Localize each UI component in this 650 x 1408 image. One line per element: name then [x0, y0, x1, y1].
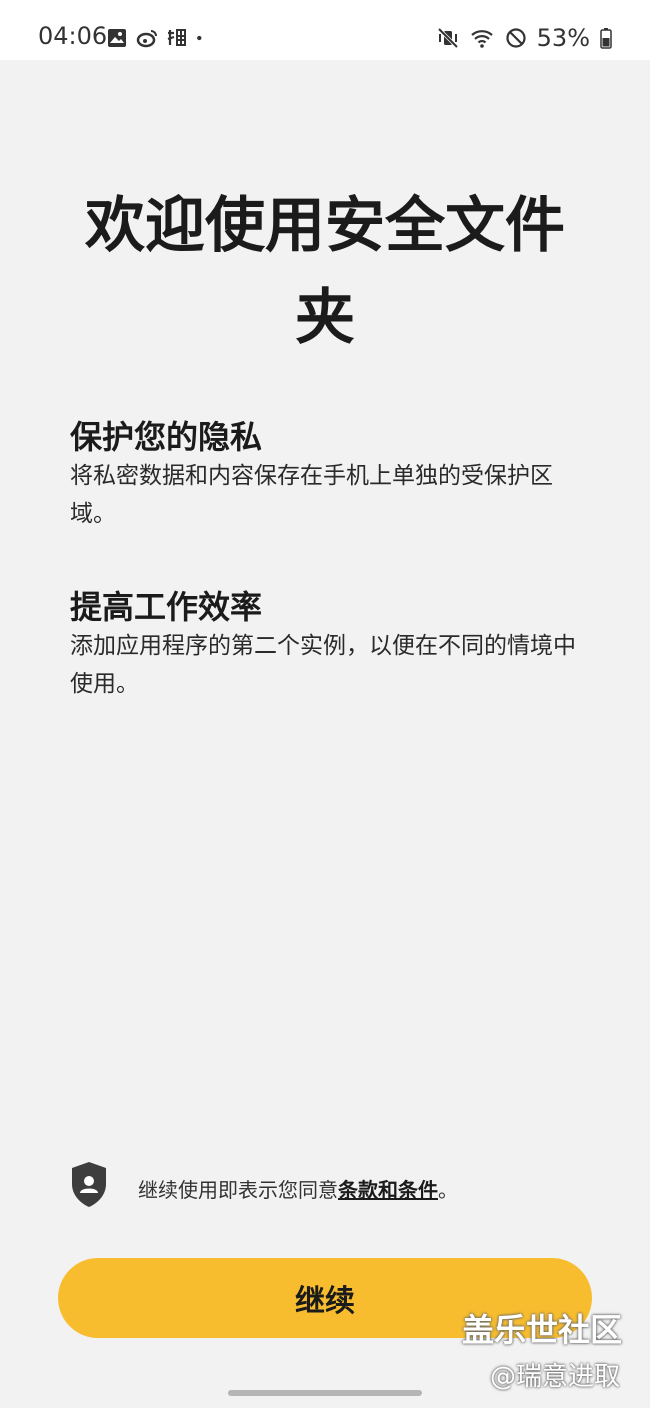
vibrate-mute-icon: [437, 27, 458, 49]
page-title: 欢迎使用安全文件 夹: [60, 180, 590, 364]
notification-icons: [106, 26, 208, 50]
wifi-icon: [470, 30, 493, 48]
status-right: 53%: [437, 22, 612, 54]
gesture-nav-handle[interactable]: [228, 1390, 422, 1396]
feature-body-productivity: 添加应用程序的第二个实例，以便在不同的情境中使用。: [70, 633, 576, 697]
terms-prefix: 继续使用即表示您同意: [138, 1178, 338, 1202]
watermark-community: 盖乐世社区: [462, 1311, 623, 1349]
gallery-icon: [108, 29, 126, 47]
dnd-icon: [506, 28, 526, 48]
feature-heading-productivity: 提高工作效率: [70, 588, 263, 626]
terms-notice: 继续使用即表示您同意条款和条件。: [70, 1160, 590, 1214]
feature-heading-privacy: 保护您的隐私: [70, 418, 263, 456]
weibo-icon: [136, 30, 157, 48]
taobao-icon: [167, 29, 186, 46]
terms-link[interactable]: 条款和条件: [338, 1178, 438, 1202]
page-title-line2: 夹: [295, 283, 355, 353]
page-title-line1: 欢迎使用安全文件: [85, 191, 565, 261]
battery-percent: 53%: [536, 24, 590, 52]
terms-suffix: 。: [438, 1178, 458, 1202]
watermark-author: @瑞意进取: [490, 1362, 621, 1392]
terms-text: 继续使用即表示您同意条款和条件。: [138, 1174, 458, 1203]
shield-user-icon: [72, 1162, 106, 1207]
status-bar: 04:06 53%: [0, 0, 650, 60]
dot-icon: [197, 35, 202, 41]
battery-icon: [600, 28, 612, 49]
feature-body-privacy: 将私密数据和内容保存在手机上单独的受保护区域。: [70, 463, 553, 527]
status-time: 04:06: [38, 22, 108, 50]
